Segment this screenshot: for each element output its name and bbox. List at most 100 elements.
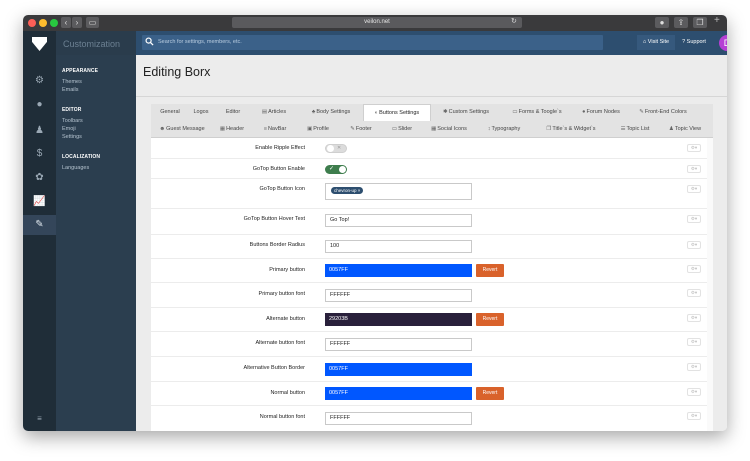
brand-logo-icon[interactable] xyxy=(32,37,47,51)
property-menu-button[interactable]: ⚙▾ xyxy=(687,265,701,273)
gotop-icon-select[interactable]: chevron-up × xyxy=(325,183,472,200)
new-tab-icon[interactable]: + xyxy=(714,15,720,26)
setting-row: Primary button 0057FF Revert ⚙▾ xyxy=(151,259,713,283)
border-radius-input[interactable]: 100 xyxy=(325,240,472,253)
sidebar-brand: Customization xyxy=(56,31,136,55)
forum-nodes-icon: ● xyxy=(582,109,586,115)
browser-titlebar: ‹ › ▭ veilon.net ↻ ● ⇪ ❐ + xyxy=(23,15,727,31)
avatar[interactable]: D xyxy=(719,35,727,51)
tab-profile[interactable]: ▣Profile xyxy=(298,121,338,138)
dollar-icon[interactable]: $ xyxy=(23,144,56,164)
property-menu-button[interactable]: ⚙▾ xyxy=(687,165,701,173)
revert-button[interactable]: Revert xyxy=(476,313,504,326)
setting-label: Primary button xyxy=(269,267,305,273)
title-divider xyxy=(136,96,727,97)
footer-icon: ✎ xyxy=(350,126,355,132)
chart-icon[interactable]: 📈 xyxy=(23,192,56,212)
profile-icon: ▣ xyxy=(307,126,313,132)
normal-button-color-input[interactable]: 0057FF xyxy=(325,387,472,400)
tab-topic-view[interactable]: ♟Topic View xyxy=(661,121,709,138)
gotop-button-toggle[interactable]: ✓ xyxy=(325,165,347,174)
tab-navbar[interactable]: ≡NavBar xyxy=(255,121,295,138)
property-menu-button[interactable]: ⚙▾ xyxy=(687,289,701,297)
setting-row: Buttons Border Radius 100 ⚙▾ xyxy=(151,235,713,259)
panel-scrollbar[interactable] xyxy=(707,138,713,431)
alternate-button-font-input[interactable]: FFFFFF xyxy=(325,338,472,351)
page-title: Editing Borx xyxy=(143,65,211,79)
user-icon[interactable]: ♟ xyxy=(23,121,56,141)
setting-label: Normal button font xyxy=(259,414,305,420)
sidebar-item-toolbars[interactable]: Toolbars xyxy=(56,118,136,124)
visit-site-button[interactable]: ⌂ Visit Site xyxy=(637,35,675,50)
topic-view-icon: ♟ xyxy=(668,126,674,132)
property-menu-button[interactable]: ⚙▾ xyxy=(687,241,701,249)
sidebar-item-emoji[interactable]: Emoji xyxy=(56,126,136,132)
tab-logos[interactable]: Logos xyxy=(187,104,215,121)
property-menu-button[interactable]: ⚙▾ xyxy=(687,388,701,396)
tab-footer[interactable]: ✎Footer xyxy=(341,121,381,138)
setting-row: GoTop Button Icon chevron-up × ⚙▾ xyxy=(151,179,713,209)
sidebar-item-themes[interactable]: Themes xyxy=(56,79,136,85)
normal-button-font-input[interactable]: FFFFFF xyxy=(325,412,472,425)
gotop-hover-text-input[interactable]: Go Top! xyxy=(325,214,472,227)
property-menu-button[interactable]: ⚙▾ xyxy=(687,144,701,152)
tab-general[interactable]: General xyxy=(155,104,185,121)
primary-button-color-input[interactable]: 0057FF xyxy=(325,264,472,277)
reload-icon[interactable]: ↻ xyxy=(511,17,517,25)
tab-label: Topic List xyxy=(626,126,650,132)
primary-button-font-input[interactable]: FFFFFF xyxy=(325,289,472,302)
topic-list-icon: ☰ xyxy=(620,126,626,132)
property-menu-button[interactable]: ⚙▾ xyxy=(687,412,701,420)
property-menu-button[interactable]: ⚙▾ xyxy=(687,314,701,322)
puzzle-icon[interactable]: ✿ xyxy=(23,168,56,188)
ripple-effect-toggle[interactable]: ✕ xyxy=(325,144,347,153)
tab-body-settings[interactable]: ♣Body Settings xyxy=(301,104,361,121)
tab-social-icons[interactable]: ▦Social Icons xyxy=(423,121,475,138)
selected-icon-tag[interactable]: chevron-up × xyxy=(331,187,364,194)
sidebar-item-languages[interactable]: Languages xyxy=(56,165,136,171)
tab-forum-nodes[interactable]: ●Forum Nodes xyxy=(574,104,628,121)
support-button[interactable]: ? Support xyxy=(677,35,711,50)
property-menu-button[interactable]: ⚙▾ xyxy=(687,215,701,223)
property-menu-button[interactable]: ⚙▾ xyxy=(687,185,701,193)
tab-topic-list[interactable]: ☰Topic List xyxy=(612,121,658,138)
tab-guest-message[interactable]: ☻Guest Message xyxy=(155,121,209,138)
tab-label: Profile xyxy=(313,126,329,132)
search-bar[interactable]: Search for settings, members, etc. xyxy=(142,35,603,50)
sidebar-toggle-icon[interactable]: ▭ xyxy=(86,17,99,28)
minimize-window-button[interactable] xyxy=(39,19,47,27)
revert-button[interactable]: Revert xyxy=(476,264,504,277)
brush-icon[interactable]: ✎ xyxy=(23,215,56,235)
chat-icon[interactable]: ● xyxy=(23,95,56,115)
tab-custom-settings[interactable]: ✱Custom Settings xyxy=(433,104,499,121)
info-icon[interactable]: ● xyxy=(655,17,669,28)
revert-button[interactable]: Revert xyxy=(476,387,504,400)
appearance-gears-icon[interactable]: ⚙ xyxy=(23,71,56,91)
tab-buttons-settings[interactable]: ◐Buttons Settings xyxy=(363,104,431,121)
collapse-menu-icon[interactable]: ≡ xyxy=(23,409,56,429)
setting-label: Normal button xyxy=(270,390,305,396)
maximize-window-button[interactable] xyxy=(50,19,58,27)
alternate-button-color-input[interactable]: 29203B xyxy=(325,313,472,326)
tab-typography[interactable]: ↕Typography xyxy=(478,121,530,138)
property-menu-button[interactable]: ⚙▾ xyxy=(687,363,701,371)
tab-forms-toggles[interactable]: ▭Forms & Toogle`s xyxy=(502,104,572,121)
address-bar[interactable]: veilon.net xyxy=(232,17,522,28)
forward-icon[interactable]: › xyxy=(72,17,82,28)
tab-front-end-colors[interactable]: ✎Front-End Colors xyxy=(631,104,695,121)
share-icon[interactable]: ⇪ xyxy=(674,17,688,28)
tab-editor[interactable]: Editor xyxy=(218,104,248,121)
tab-header[interactable]: ▦Header xyxy=(212,121,252,138)
setting-label: Alternate button xyxy=(266,316,305,322)
property-menu-button[interactable]: ⚙▾ xyxy=(687,338,701,346)
social-icons-icon: ▦ xyxy=(431,126,437,132)
close-window-button[interactable] xyxy=(28,19,36,27)
home-icon: ⌂ xyxy=(642,39,647,45)
tab-articles[interactable]: ▤Articles xyxy=(251,104,297,121)
tab-slider[interactable]: ▭Slider xyxy=(384,121,420,138)
back-icon[interactable]: ‹ xyxy=(61,17,71,28)
search-input[interactable]: Search for settings, members, etc. xyxy=(158,35,242,50)
alternative-border-color-input[interactable]: 0057FF xyxy=(325,363,472,376)
tab-titles-widgets[interactable]: ❐Title`s & Widget`s xyxy=(534,121,608,138)
tabs-icon[interactable]: ❐ xyxy=(693,17,707,28)
